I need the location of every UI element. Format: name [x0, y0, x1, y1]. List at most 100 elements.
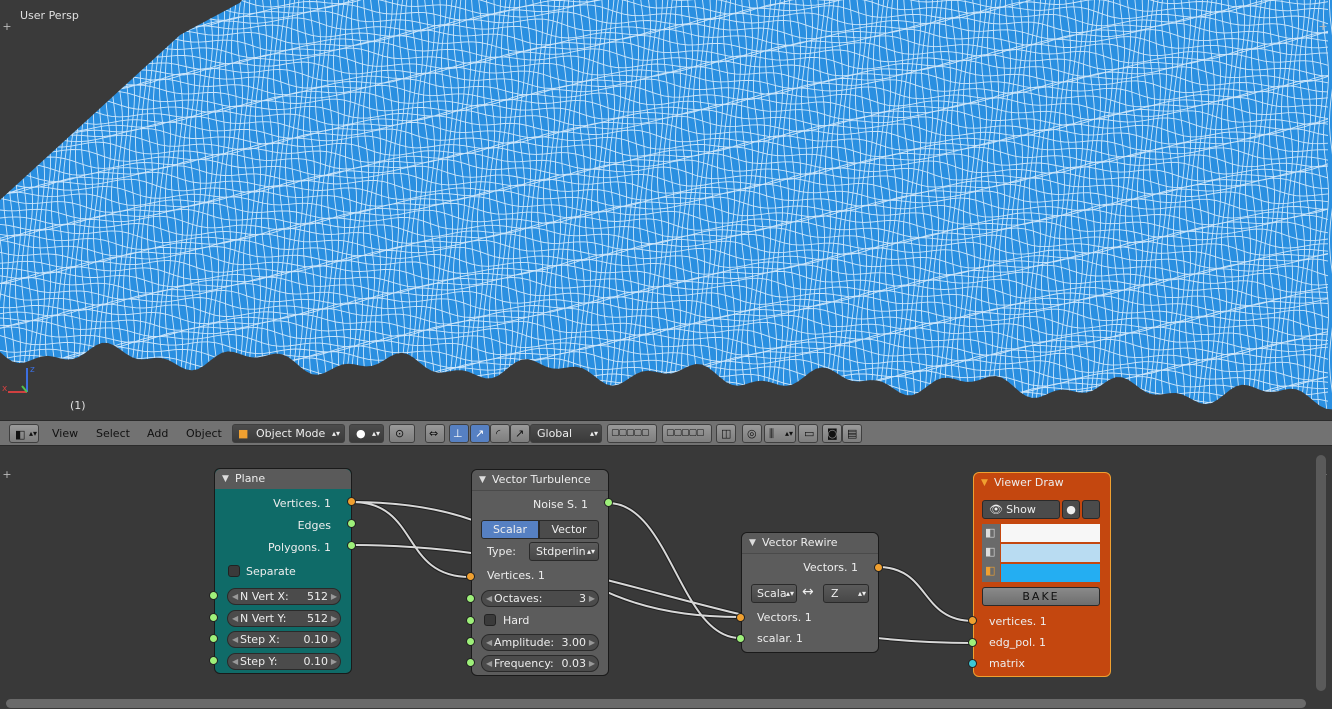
orientation-select[interactable]: Global ▴▾	[530, 424, 602, 443]
chevron-right-icon[interactable]: ▶	[589, 656, 595, 671]
mode-select[interactable]: ■ Object Mode ▴▾	[232, 424, 345, 443]
rewire-vectors-in-socket[interactable]	[736, 613, 745, 622]
plane-stepx-socket[interactable]	[209, 634, 218, 643]
swap-icon[interactable]: ↔	[802, 584, 814, 600]
chevron-left-icon[interactable]: ◀	[232, 632, 238, 647]
hard-checkbox[interactable]	[484, 614, 496, 626]
rewire-scalar-socket[interactable]	[736, 634, 745, 643]
vertex-color-swatch[interactable]	[1001, 524, 1100, 542]
turbulence-frequency-socket[interactable]	[466, 658, 475, 667]
horizontal-scrollbar[interactable]	[6, 699, 1306, 708]
chevron-right-icon[interactable]: ▶	[331, 611, 337, 626]
scale-manipulator[interactable]: ↗	[510, 424, 530, 443]
node-header[interactable]: ▼ Vector Turbulence	[472, 470, 608, 491]
step-y-field[interactable]: ◀ Step Y: 0.10 ▶	[227, 653, 341, 670]
separate-checkbox[interactable]	[228, 565, 240, 577]
edge-color-swatch[interactable]	[1001, 544, 1100, 562]
node-header[interactable]: ▼ Vector Rewire	[742, 533, 878, 554]
collapse-triangle-icon[interactable]: ▼	[749, 533, 756, 553]
mode-vector-button[interactable]: Vector	[539, 520, 599, 539]
shading-select[interactable]: ● ▴▾	[349, 424, 384, 443]
lock-layers-button[interactable]: ◫	[716, 424, 736, 443]
menu-select[interactable]: Select	[96, 424, 130, 443]
node-plane[interactable]: ▼ Plane Vertices. 1 Edges Polygons. 1 Se…	[214, 468, 352, 674]
chevron-right-icon[interactable]: ▶	[589, 591, 595, 606]
menu-add[interactable]: Add	[147, 424, 168, 443]
rotate-arc-manipulator[interactable]: ◜	[490, 424, 510, 443]
chevron-left-icon[interactable]: ◀	[486, 635, 492, 650]
snap-target-button[interactable]: ▭	[798, 424, 818, 443]
rewire-from-value: Scala	[757, 587, 787, 600]
layers-group-a[interactable]: ▢▢▢▢▢	[607, 424, 657, 443]
node-viewer-draw[interactable]: ▼ Viewer Draw 👁 Show ● ◧ ◧ ◧ BAKE vertic…	[973, 472, 1111, 677]
viewer-edgpol-socket[interactable]	[968, 638, 977, 647]
chevron-right-icon[interactable]: ▶	[331, 632, 337, 647]
collapse-triangle-icon[interactable]: ▼	[981, 473, 988, 493]
rewire-vectors-out-socket[interactable]	[874, 563, 883, 572]
turbulence-amplitude-socket[interactable]	[466, 637, 475, 646]
node-header[interactable]: ▼ Plane	[215, 469, 351, 489]
snap-element-select[interactable]: ⫼ ▴▾	[764, 424, 796, 443]
frame-number: (1)	[70, 399, 86, 412]
rewire-from-select[interactable]: Scala ▴▾	[751, 584, 797, 603]
axis-x-label: x	[2, 384, 8, 394]
extra-toggle[interactable]	[1082, 500, 1100, 519]
menu-object[interactable]: Object	[186, 424, 222, 443]
editor-type-button[interactable]: ◧ ▴▾	[9, 424, 39, 443]
node-title: Plane	[235, 472, 266, 485]
frequency-field[interactable]: ◀ Frequency: 0.03 ▶	[481, 655, 599, 672]
plane-nvertx-socket[interactable]	[209, 591, 218, 600]
noise-type-select[interactable]: Stdperlin ▴▾	[529, 542, 599, 561]
plane-nverty-socket[interactable]	[209, 613, 218, 622]
node-vector-rewire[interactable]: ▼ Vector Rewire Vectors. 1 Scala ▴▾ ↔ Z …	[741, 532, 879, 653]
plane-polygons-socket[interactable]	[347, 541, 356, 550]
menu-view[interactable]: View	[52, 424, 78, 443]
octaves-field[interactable]: ◀ Octaves: 3 ▶	[481, 590, 599, 607]
chevron-left-icon[interactable]: ◀	[486, 591, 492, 606]
pivot-select[interactable]: ⊙	[389, 424, 415, 443]
collapse-triangle-icon[interactable]: ▼	[222, 469, 229, 489]
n-vert-y-field[interactable]: ◀ N Vert Y: 512 ▶	[227, 610, 341, 627]
layers-group-b[interactable]: ▢▢▢▢▢	[662, 424, 712, 443]
render-still-button[interactable]: ◙	[822, 424, 842, 443]
manipulator-toggle[interactable]: ⇔	[425, 424, 445, 443]
viewer-matrix-socket[interactable]	[968, 659, 977, 668]
viewport-region-plus-icon[interactable]: +	[2, 21, 12, 32]
viewer-vertices-socket[interactable]	[968, 616, 977, 625]
viewport-tools-plus-icon[interactable]: +	[1318, 21, 1328, 32]
step-x-field[interactable]: ◀ Step X: 0.10 ▶	[227, 631, 341, 648]
plane-edges-socket[interactable]	[347, 519, 356, 528]
turbulence-hard-socket[interactable]	[466, 616, 475, 625]
3d-viewport[interactable]: User Persp + + z x (1)	[0, 0, 1332, 420]
turbulence-vertices-socket[interactable]	[466, 572, 475, 581]
chevron-left-icon[interactable]: ◀	[232, 654, 238, 669]
vertical-scrollbar[interactable]	[1316, 455, 1326, 691]
node-editor[interactable]: + + ▼ Plane Vertices. 1 Edges Polygons. …	[0, 446, 1332, 709]
node-title: Viewer Draw	[994, 476, 1064, 489]
turbulence-octaves-socket[interactable]	[466, 594, 475, 603]
chevron-left-icon[interactable]: ◀	[486, 656, 492, 671]
amplitude-field[interactable]: ◀ Amplitude: 3.00 ▶	[481, 634, 599, 651]
collapse-triangle-icon[interactable]: ▼	[479, 470, 486, 490]
chevron-left-icon[interactable]: ◀	[232, 589, 238, 604]
turbulence-noise-socket[interactable]	[604, 498, 613, 507]
node-vector-turbulence[interactable]: ▼ Vector Turbulence Noise S. 1 Scalar Ve…	[471, 469, 609, 676]
shading-toggle[interactable]: ●	[1062, 500, 1080, 519]
chevron-left-icon[interactable]: ◀	[232, 611, 238, 626]
plane-vertices-socket[interactable]	[347, 497, 356, 506]
show-toggle[interactable]: 👁 Show	[982, 500, 1060, 519]
translate-manipulator[interactable]: ⊥	[449, 424, 469, 443]
chevron-right-icon[interactable]: ▶	[331, 654, 337, 669]
plane-stepy-socket[interactable]	[209, 656, 218, 665]
n-vert-x-field[interactable]: ◀ N Vert X: 512 ▶	[227, 588, 341, 605]
node-header[interactable]: ▼ Viewer Draw	[974, 473, 1110, 493]
render-anim-button[interactable]: ▤	[842, 424, 862, 443]
bake-button[interactable]: BAKE	[982, 587, 1100, 606]
mode-scalar-button[interactable]: Scalar	[481, 520, 539, 539]
rewire-to-select[interactable]: Z ▴▾	[823, 584, 869, 603]
chevron-right-icon[interactable]: ▶	[589, 635, 595, 650]
face-color-swatch[interactable]	[1001, 564, 1100, 582]
chevron-right-icon[interactable]: ▶	[331, 589, 337, 604]
rotate-manipulator[interactable]: ↗	[470, 424, 490, 443]
proportional-edit-button[interactable]: ◎	[742, 424, 762, 443]
